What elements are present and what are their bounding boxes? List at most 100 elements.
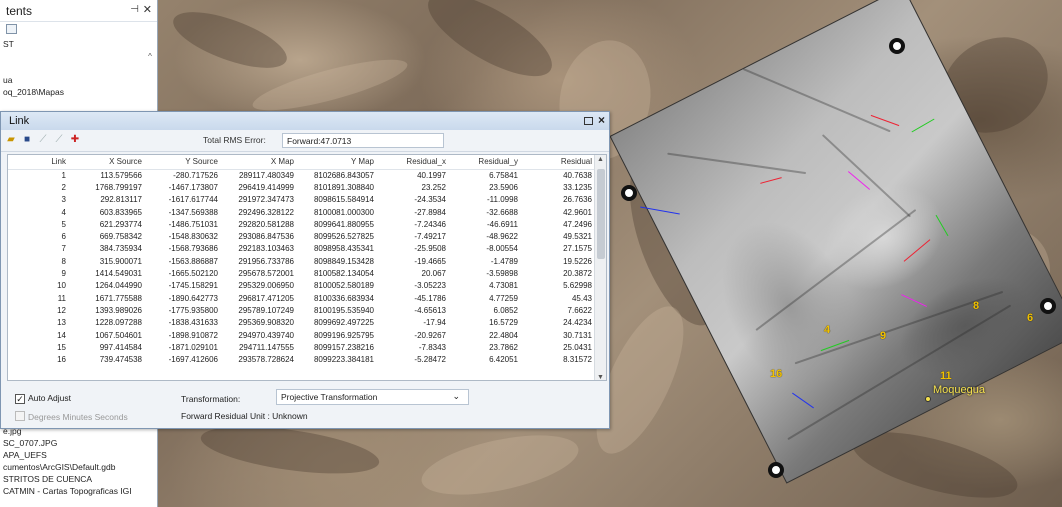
column-header[interactable]: Y Map bbox=[298, 155, 378, 170]
column-header[interactable]: X Map bbox=[222, 155, 298, 170]
forward-residual-unit: Forward Residual Unit : Unknown bbox=[181, 411, 308, 421]
table-cell: -1665.502120 bbox=[168, 269, 218, 279]
table-cell: 13 bbox=[57, 318, 66, 328]
table-row[interactable]: 9 1414.549031 -1665.502120 295678.572001 810… bbox=[8, 267, 596, 279]
column-header[interactable]: Residual bbox=[522, 155, 596, 170]
table-row[interactable]: 15 997.414584 -1871.029101 294711.147555 809… bbox=[8, 341, 596, 353]
table-cell: -4.65613 bbox=[414, 305, 446, 315]
gcp-label[interactable]: 16 bbox=[770, 368, 782, 380]
table-row[interactable]: 10 1264.044990 -1745.158291 295329.006950 81… bbox=[8, 280, 596, 292]
dialog-title-bar[interactable]: Link × bbox=[1, 112, 609, 130]
close-icon[interactable]: ✕ bbox=[143, 3, 152, 16]
terrain-ridge bbox=[166, 0, 294, 80]
table-cell: 10 bbox=[57, 281, 66, 291]
table-row[interactable]: 11 1671.775588 -1890.642773 296817.471205 81… bbox=[8, 292, 596, 304]
table-row[interactable]: 5 621.293774 -1486.751031 292820.581288 8099… bbox=[8, 218, 596, 230]
image-corner-marker[interactable] bbox=[889, 38, 905, 54]
column-header[interactable]: X Source bbox=[70, 155, 146, 170]
column-header[interactable]: Residual_y bbox=[450, 155, 522, 170]
maximize-icon[interactable] bbox=[584, 117, 593, 125]
table-scrollbar[interactable]: ▲ ▼ bbox=[594, 155, 606, 380]
links-table[interactable]: Link X Source Y Source X Map Y Map Resid… bbox=[7, 154, 607, 381]
close-icon[interactable]: × bbox=[598, 113, 605, 127]
table-cell: 8099641.880955 bbox=[313, 219, 374, 229]
place-marker[interactable] bbox=[925, 396, 931, 402]
toc-item[interactable]: ST bbox=[0, 38, 157, 50]
table-row[interactable]: 6 669.758342 -1548.830632 293086.847536 8099… bbox=[8, 230, 596, 242]
gcp-label[interactable]: 6 bbox=[1027, 312, 1033, 324]
toc-item[interactable]: APA_UEFS bbox=[0, 449, 145, 461]
table-cell: -1617.617744 bbox=[168, 195, 218, 205]
auto-adjust-checkbox[interactable]: ✓ Auto Adjust bbox=[15, 393, 71, 404]
toc-item[interactable]: ua bbox=[0, 74, 157, 86]
table-row[interactable]: 14 1067.504601 -1898.910872 294970.439740 80… bbox=[8, 329, 596, 341]
toc-item[interactable]: CATMIN - Cartas Topograficas IGI bbox=[0, 485, 145, 497]
toc-item[interactable]: STRITOS DE CUENCA bbox=[0, 473, 145, 485]
table-cell: 1768.799197 bbox=[95, 182, 142, 192]
gcp-label[interactable]: 11 bbox=[940, 370, 952, 382]
table-cell: 1264.044990 bbox=[95, 281, 142, 291]
table-cell: -24.3534 bbox=[414, 195, 446, 205]
table-cell: 6 bbox=[61, 232, 66, 242]
table-cell: 4 bbox=[61, 207, 66, 217]
checkbox-disabled-icon bbox=[15, 411, 25, 421]
table-row[interactable]: 8 315.900071 -1563.886887 291956.733786 8098… bbox=[8, 255, 596, 267]
table-row[interactable]: 7 384.735934 -1568.793686 292183.103463 8098… bbox=[8, 243, 596, 255]
column-header[interactable]: Residual_x bbox=[378, 155, 450, 170]
table-cell: 23.252 bbox=[421, 182, 446, 192]
table-row[interactable]: 12 1393.989026 -1775.935800 295789.107249 81… bbox=[8, 304, 596, 316]
table-cell: 295329.006950 bbox=[238, 281, 294, 291]
image-corner-marker[interactable] bbox=[1040, 298, 1056, 314]
auto-register-icon[interactable]: ⟋ bbox=[37, 134, 49, 146]
rms-error-value: Forward:47.0713 bbox=[282, 133, 444, 148]
table-cell: 42.9601 bbox=[563, 207, 592, 217]
image-corner-marker[interactable] bbox=[621, 185, 637, 201]
image-corner-marker[interactable] bbox=[768, 462, 784, 478]
table-cell: 293578.728624 bbox=[238, 355, 294, 365]
scroll-up-icon[interactable]: ▲ bbox=[597, 156, 604, 163]
delete-link-icon[interactable]: ✚ bbox=[69, 134, 81, 146]
scroll-thumb[interactable] bbox=[597, 169, 605, 259]
table-cell: 603.833965 bbox=[99, 207, 142, 217]
table-cell: 291956.733786 bbox=[238, 256, 294, 266]
table-cell: -7.24346 bbox=[414, 219, 446, 229]
table-cell: 5 bbox=[61, 219, 66, 229]
gcp-label[interactable]: 8 bbox=[973, 300, 979, 312]
table-cell: 8.31572 bbox=[563, 355, 592, 365]
gcp-label[interactable]: 4 bbox=[824, 324, 830, 336]
save-icon[interactable]: ■ bbox=[21, 134, 33, 146]
list-by-source-icon[interactable] bbox=[6, 24, 17, 34]
table-cell: 1 bbox=[61, 170, 66, 180]
toc-item[interactable] bbox=[0, 62, 157, 74]
table-row[interactable]: 16 739.474538 -1697.412606 293578.728624 809… bbox=[8, 353, 596, 365]
table-cell: 113.579566 bbox=[100, 170, 142, 180]
gcp-label[interactable]: 9 bbox=[880, 330, 886, 342]
transformation-select[interactable]: Projective Transformation ⌄ bbox=[276, 389, 469, 405]
table-cell: -45.1786 bbox=[414, 293, 446, 303]
table-cell: 295678.572001 bbox=[238, 269, 294, 279]
table-row[interactable]: 3 292.813117 -1617.617744 291972.347473 8098… bbox=[8, 194, 596, 206]
chevron-down-icon[interactable]: ⌄ bbox=[452, 391, 460, 402]
toc-item[interactable]: SC_0707.JPG bbox=[0, 437, 145, 449]
column-header[interactable]: Link bbox=[8, 155, 70, 170]
zoom-to-link-icon[interactable]: ⟋ bbox=[53, 134, 65, 146]
table-row[interactable]: 1 113.579566 -280.717526 289117.480349 81026… bbox=[8, 169, 596, 181]
scroll-down-icon[interactable]: ▼ bbox=[597, 374, 604, 380]
open-folder-icon[interactable]: ▰ bbox=[5, 134, 17, 146]
table-row[interactable]: 2 1768.799197 -1467.173807 296419.414999 810… bbox=[8, 181, 596, 193]
toc-item[interactable]: oq_2018\Mapas bbox=[0, 86, 157, 98]
table-cell: 19.5226 bbox=[563, 256, 592, 266]
column-header[interactable]: Y Source bbox=[146, 155, 222, 170]
transformation-label: Transformation: bbox=[181, 394, 241, 404]
toc-item[interactable] bbox=[0, 50, 157, 62]
table-cell: 26.7636 bbox=[563, 195, 592, 205]
table-row[interactable]: 13 1228.097288 -1838.431633 295369.908320 80… bbox=[8, 317, 596, 329]
table-row[interactable]: 4 603.833965 -1347.569388 292496.328122 8100… bbox=[8, 206, 596, 218]
checkbox-checked-icon[interactable]: ✓ bbox=[15, 394, 25, 404]
toc-item[interactable]: cumentos\ArcGIS\Default.gdb bbox=[0, 461, 145, 473]
table-cell: 292496.328122 bbox=[238, 207, 294, 217]
table-cell: 2 bbox=[61, 182, 66, 192]
pin-icon[interactable]: ⊣ bbox=[130, 4, 139, 15]
table-cell: -1745.158291 bbox=[168, 281, 218, 291]
scroll-up-icon[interactable]: ^ bbox=[145, 52, 155, 61]
